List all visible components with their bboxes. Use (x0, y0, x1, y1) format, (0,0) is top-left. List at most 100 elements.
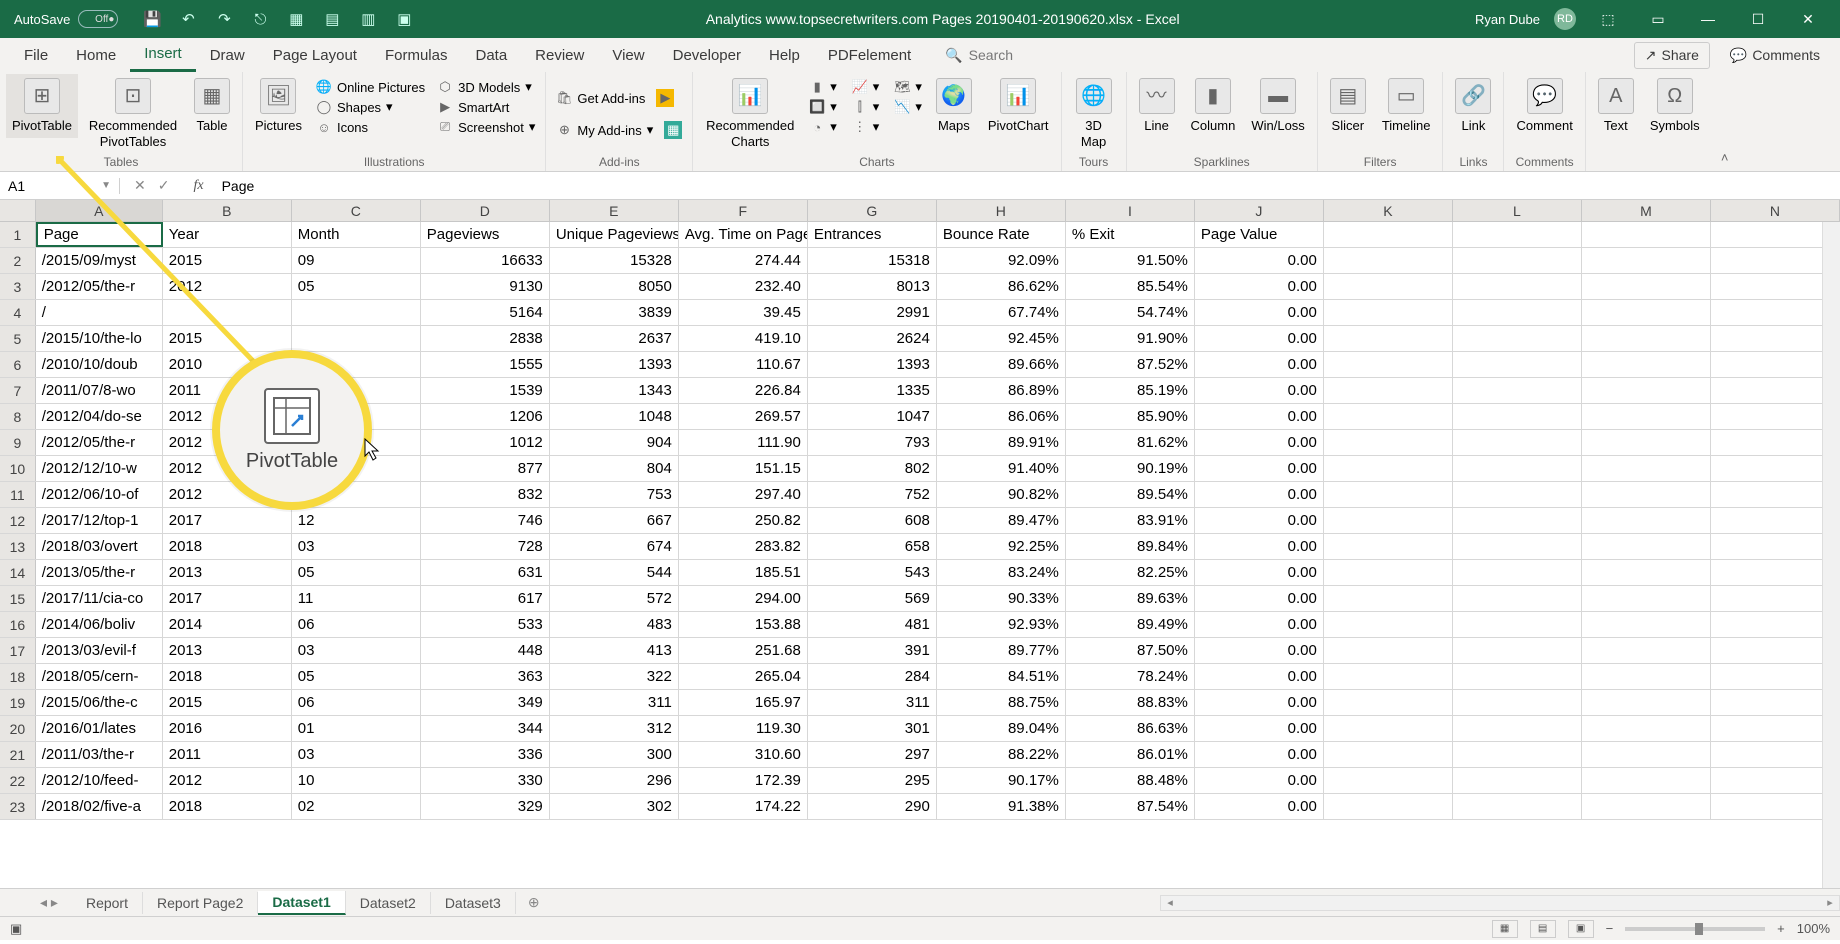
cell[interactable]: 419.10 (679, 326, 808, 351)
cell[interactable]: 448 (421, 638, 550, 663)
cell[interactable]: 8050 (550, 274, 679, 299)
cell[interactable] (1324, 300, 1453, 325)
cell[interactable]: 2018 (163, 664, 292, 689)
cell[interactable]: /2014/06/boliv (36, 612, 163, 637)
cell[interactable]: / (36, 300, 163, 325)
cell[interactable]: 265.04 (679, 664, 808, 689)
ribbon-options-icon[interactable]: ▭ (1640, 5, 1676, 33)
symbols-button[interactable]: ΩSymbols (1644, 74, 1706, 138)
row-header[interactable]: 5 (0, 326, 36, 351)
cell[interactable]: 90.82% (937, 482, 1066, 507)
qat-icon[interactable]: ▥ (358, 9, 378, 29)
cell[interactable] (1324, 248, 1453, 273)
cell[interactable]: 302 (550, 794, 679, 819)
cell[interactable]: 88.48% (1066, 768, 1195, 793)
cell[interactable]: 09 (292, 248, 421, 273)
cell[interactable]: /2012/06/10-of (36, 482, 163, 507)
cell[interactable] (1711, 586, 1840, 611)
cell[interactable]: 78.24% (1066, 664, 1195, 689)
cell[interactable] (1711, 248, 1840, 273)
cell[interactable] (1582, 534, 1711, 559)
cell[interactable] (1711, 560, 1840, 585)
qat-icon[interactable]: ▦ (286, 9, 306, 29)
cell[interactable] (1453, 586, 1582, 611)
cell[interactable]: 110.67 (679, 352, 808, 377)
cell[interactable]: 746 (421, 508, 550, 533)
col-header[interactable]: M (1582, 200, 1711, 221)
cell[interactable] (1582, 222, 1711, 247)
cell[interactable]: 2014 (163, 612, 292, 637)
comment-button[interactable]: 💬Comment (1510, 74, 1578, 138)
cell[interactable]: 1343 (550, 378, 679, 403)
cell[interactable]: 0.00 (1195, 716, 1324, 741)
get-addins-button[interactable]: 🛍Get Add-ins ▶ (552, 88, 686, 108)
cell[interactable]: 91.50% (1066, 248, 1195, 273)
sheet-nav[interactable]: ◂ ▸ (40, 894, 72, 911)
cell[interactable]: 752 (808, 482, 937, 507)
cell[interactable]: 89.49% (1066, 612, 1195, 637)
chart-pie-button[interactable]: ◔▾ ⋮▾ (805, 118, 926, 136)
col-header[interactable]: H (937, 200, 1066, 221)
cell[interactable]: 89.66% (937, 352, 1066, 377)
cell[interactable]: 295 (808, 768, 937, 793)
3d-map-button[interactable]: 🌐 3D Map (1068, 74, 1120, 153)
cell[interactable] (1582, 352, 1711, 377)
cell[interactable] (1324, 716, 1453, 741)
cell[interactable]: 05 (292, 274, 421, 299)
cell[interactable]: 89.04% (937, 716, 1066, 741)
cell[interactable] (1324, 326, 1453, 351)
row-header[interactable]: 8 (0, 404, 36, 429)
cell[interactable] (1582, 638, 1711, 663)
cell[interactable]: 9130 (421, 274, 550, 299)
cell[interactable] (1324, 274, 1453, 299)
maximize-icon[interactable]: ☐ (1740, 5, 1776, 33)
cell[interactable]: 322 (550, 664, 679, 689)
cell[interactable]: 753 (550, 482, 679, 507)
cell[interactable]: 0.00 (1195, 352, 1324, 377)
cell[interactable] (1453, 768, 1582, 793)
cell[interactable] (1324, 404, 1453, 429)
cell[interactable]: 2018 (163, 794, 292, 819)
cell[interactable]: 251.68 (679, 638, 808, 663)
cell[interactable]: 2991 (808, 300, 937, 325)
pivot-table-button[interactable]: ⊞ PivotTable (6, 74, 78, 138)
cell[interactable]: 03 (292, 638, 421, 663)
col-header[interactable]: I (1066, 200, 1195, 221)
cell[interactable] (1453, 300, 1582, 325)
qat-icon[interactable]: ▣ (394, 9, 414, 29)
cell[interactable]: 1012 (421, 430, 550, 455)
cell[interactable]: 90.33% (937, 586, 1066, 611)
sheet-tab[interactable]: Dataset2 (346, 892, 431, 914)
cell[interactable]: /2011/07/8-wo (36, 378, 163, 403)
cell[interactable] (1711, 352, 1840, 377)
cell[interactable] (1324, 690, 1453, 715)
icons-button[interactable]: ☺Icons (312, 118, 429, 136)
cell[interactable]: % Exit (1066, 222, 1195, 247)
cell[interactable] (1582, 508, 1711, 533)
cell[interactable]: 0.00 (1195, 378, 1324, 403)
cell[interactable]: 2013 (163, 560, 292, 585)
cell[interactable] (1453, 612, 1582, 637)
cell[interactable] (1453, 638, 1582, 663)
collapse-ribbon-button[interactable]: ˄ (1712, 72, 1738, 171)
cell[interactable]: 290 (808, 794, 937, 819)
col-header[interactable]: B (163, 200, 292, 221)
cell[interactable]: 283.82 (679, 534, 808, 559)
cell[interactable]: 2015 (163, 690, 292, 715)
col-header[interactable]: D (421, 200, 550, 221)
cell[interactable] (1582, 378, 1711, 403)
sheet-tab[interactable]: Dataset3 (431, 892, 516, 914)
cell[interactable]: 11 (292, 586, 421, 611)
row-header[interactable]: 10 (0, 456, 36, 481)
scroll-right-icon[interactable]: ▸ (1821, 896, 1839, 909)
cell[interactable]: 0.00 (1195, 742, 1324, 767)
cell[interactable]: Page Value (1195, 222, 1324, 247)
cell[interactable]: 0.00 (1195, 430, 1324, 455)
cell[interactable]: /2012/05/the-r (36, 430, 163, 455)
shapes-button[interactable]: ◯Shapes ▾ (312, 98, 429, 116)
cell[interactable]: 1047 (808, 404, 937, 429)
cell[interactable] (1711, 768, 1840, 793)
cell[interactable]: 349 (421, 690, 550, 715)
cell[interactable]: 329 (421, 794, 550, 819)
cell[interactable]: 793 (808, 430, 937, 455)
